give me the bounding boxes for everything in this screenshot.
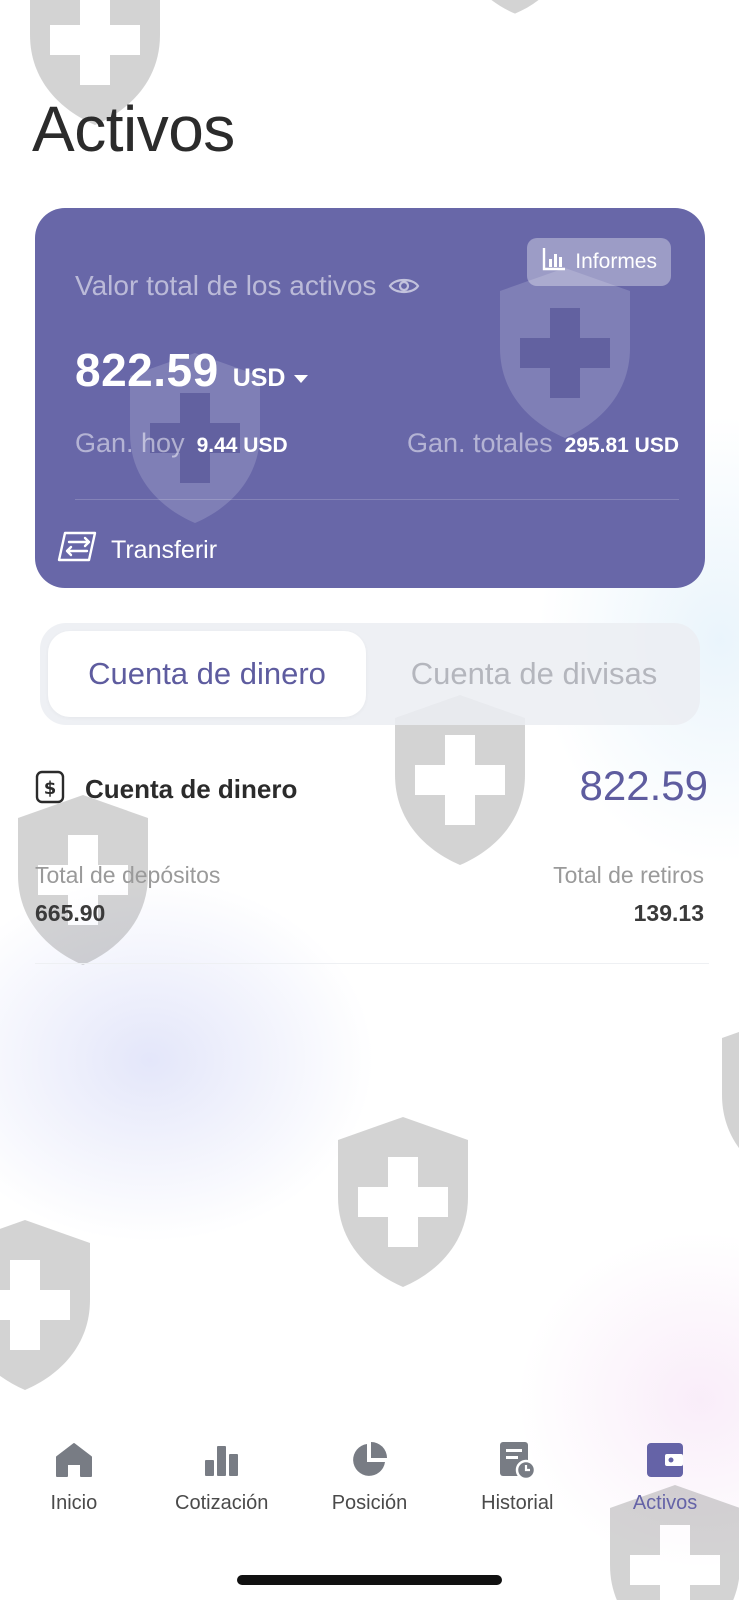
account-type-tabs: Cuenta de dinero Cuenta de divisas: [40, 623, 700, 725]
account-title: Cuenta de dinero: [85, 774, 298, 804]
tab-label: Posición: [331, 1492, 408, 1514]
reports-button[interactable]: Informes: [527, 238, 671, 286]
shield-watermark-icon: [328, 1112, 478, 1292]
gain-today-label: Gan. hoy: [75, 428, 185, 458]
currency-selector[interactable]: USD: [233, 364, 308, 393]
report-chart-icon: [541, 246, 567, 278]
account-divider: [35, 963, 709, 964]
bottom-tab-bar: Inicio Cotización Posición Historial Act…: [0, 1440, 739, 1550]
tab-cash-account[interactable]: Cuenta de dinero: [48, 631, 366, 717]
tab-currency-account[interactable]: Cuenta de divisas: [376, 631, 692, 717]
total-value: 822.59: [75, 344, 219, 396]
wallet-icon: [645, 1440, 685, 1480]
gain-total-value: 295.81 USD: [564, 434, 679, 457]
currency-label: USD: [232, 364, 286, 392]
gain-total: Gan. totales 295.81 USD: [407, 428, 679, 459]
account-balance: 822.59: [579, 762, 708, 809]
reports-label: Informes: [575, 250, 657, 273]
shield-watermark-icon: [0, 1215, 100, 1395]
tab-inicio[interactable]: Inicio: [0, 1440, 148, 1550]
shield-watermark-icon: [450, 0, 580, 20]
home-indicator[interactable]: [237, 1575, 502, 1585]
total-assets-label-text: Valor total de los activos: [75, 270, 377, 301]
pie-chart-icon: [349, 1440, 389, 1480]
caret-down-icon: [293, 374, 308, 383]
gain-today: Gan. hoy 9.44 USD: [75, 428, 288, 459]
tab-historial[interactable]: Historial: [443, 1440, 591, 1550]
withdrawals-value: 139.13: [633, 900, 704, 926]
tab-label: Historial: [481, 1492, 554, 1514]
total-value-row: 822.59 USD: [75, 343, 308, 397]
tab-activos[interactable]: Activos: [591, 1440, 739, 1550]
shield-watermark-icon: [712, 1010, 739, 1190]
asset-summary-card: Valor total de los activos Informes 822.…: [35, 208, 705, 588]
deposits-label: Total de depósitos: [35, 862, 221, 888]
tab-cotizacion[interactable]: Cotización: [148, 1440, 296, 1550]
account-header[interactable]: $ Cuenta de dinero: [35, 770, 297, 809]
page-title: Activos: [32, 93, 235, 165]
transfer-button[interactable]: Transferir: [55, 530, 217, 571]
tab-label: Cotización: [175, 1492, 269, 1514]
svg-text:$: $: [44, 778, 57, 799]
shield-watermark-icon: [490, 263, 640, 443]
gain-today-value: 9.44 USD: [196, 434, 288, 457]
tab-posicion[interactable]: Posición: [296, 1440, 444, 1550]
transfer-label: Transferir: [111, 536, 218, 564]
eye-icon[interactable]: [388, 275, 420, 297]
dollar-document-icon: $: [35, 770, 65, 809]
tab-label: Activos: [632, 1492, 698, 1514]
gain-total-label: Gan. totales: [407, 428, 553, 458]
deposits-value: 665.90: [35, 900, 106, 926]
total-assets-label: Valor total de los activos: [75, 270, 420, 302]
card-divider: [75, 499, 679, 500]
tab-label: Inicio: [50, 1492, 98, 1514]
transfer-icon: [55, 530, 101, 571]
history-icon: [497, 1440, 537, 1480]
bar-chart-icon: [202, 1440, 242, 1480]
withdrawals-label: Total de retiros: [553, 862, 704, 888]
home-icon: [54, 1440, 94, 1480]
